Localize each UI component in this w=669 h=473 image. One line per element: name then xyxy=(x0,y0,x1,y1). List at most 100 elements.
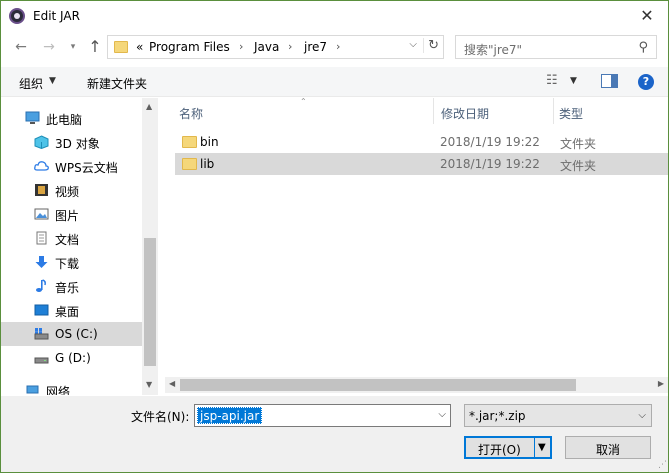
file-row-lib[interactable]: lib 2018/1/19 19:22 文件夹 xyxy=(175,153,668,175)
view-options-icon[interactable]: ☷ xyxy=(546,73,558,88)
breadcrumb-overflow[interactable]: « xyxy=(136,40,143,54)
folder-icon xyxy=(182,136,197,148)
up-arrow-icon[interactable]: ↑ xyxy=(85,36,105,58)
nav-item-label: 音乐 xyxy=(55,281,80,295)
nav-item-network[interactable]: 网络 xyxy=(1,378,142,395)
nav-item-desktop[interactable]: 桌面 xyxy=(1,298,142,322)
column-header-label: 类型 xyxy=(559,107,584,121)
nav-item-this-pc[interactable]: 此电脑 xyxy=(1,106,142,130)
folder-icon xyxy=(114,41,128,53)
file-row-bin[interactable]: bin 2018/1/19 19:22 文件夹 xyxy=(175,131,668,153)
nav-item-documents[interactable]: 文档 xyxy=(1,226,142,250)
dialog-window: Edit JAR ✕ ← → ▾ ↑ « Program Files › Jav… xyxy=(0,0,669,473)
dialog-footer: 文件名(N): jsp-api.jar ⌵ *.jar;*.zip ⌵ 打开(O… xyxy=(1,396,668,472)
nav-item-label: 3D 对象 xyxy=(55,137,100,151)
chevron-down-icon[interactable]: ▼ xyxy=(49,76,56,86)
filetype-select[interactable]: *.jar;*.zip ⌵ xyxy=(464,404,652,427)
organize-button[interactable]: 组织 xyxy=(19,75,43,92)
folder-icon xyxy=(182,158,197,170)
open-button-label: 打开(O) xyxy=(478,443,521,457)
column-header-date[interactable]: 修改日期 xyxy=(427,98,553,126)
file-type: 文件夹 xyxy=(560,137,597,151)
scrollbar-thumb[interactable] xyxy=(144,238,156,366)
nav-item-label: 此电脑 xyxy=(46,113,83,127)
command-toolbar: 组织 ▼ 新建文件夹 ☷ ▼ ? xyxy=(1,67,668,97)
breadcrumb-jre7[interactable]: jre7 xyxy=(304,40,327,54)
column-header-type[interactable]: 类型 xyxy=(545,98,655,126)
filename-label: 文件名(N): xyxy=(131,410,190,424)
nav-item-label: 网络 xyxy=(46,385,71,395)
nav-item-downloads[interactable]: 下载 xyxy=(1,250,142,274)
column-header-label: 修改日期 xyxy=(441,107,490,121)
scrollbar-thumb[interactable] xyxy=(180,379,576,391)
file-list-horizontal-scrollbar[interactable]: ◀ ▶ xyxy=(165,377,668,393)
address-dropdown-icon[interactable]: ⌵ xyxy=(409,39,417,50)
nav-item-label: OS (C:) xyxy=(55,327,98,341)
nav-item-g-d[interactable]: G (D:) xyxy=(1,346,142,370)
nav-item-pictures[interactable]: 图片 xyxy=(1,202,142,226)
video-icon xyxy=(35,184,48,196)
open-button[interactable]: 打开(O) ▼ xyxy=(464,436,552,459)
file-date: 2018/1/19 19:22 xyxy=(440,135,540,149)
scroll-down-arrow-icon[interactable]: ▼ xyxy=(146,380,152,389)
nav-item-label: WPS云文档 xyxy=(55,161,118,175)
breadcrumb-program-files[interactable]: Program Files xyxy=(149,40,230,54)
preview-pane-icon[interactable] xyxy=(601,74,618,88)
filename-field[interactable]: jsp-api.jar ⌵ xyxy=(194,404,451,427)
chevron-right-icon[interactable]: › xyxy=(239,40,243,53)
recent-locations-chevron-icon[interactable]: ▾ xyxy=(63,36,83,58)
column-header-name[interactable]: 名称 xyxy=(165,98,433,126)
column-header-label: 名称 xyxy=(179,107,204,121)
filename-input-value[interactable]: jsp-api.jar xyxy=(197,407,263,424)
breadcrumb-java[interactable]: Java xyxy=(254,40,279,54)
nav-item-music[interactable]: 音乐 xyxy=(1,274,142,298)
search-icon: ⚲ xyxy=(638,40,648,55)
nav-item-label: 视频 xyxy=(55,185,80,199)
file-list: ⌃ 名称 修改日期 类型 bin 2018/1/19 19:22 文件夹 lib… xyxy=(165,97,668,395)
file-type: 文件夹 xyxy=(560,159,597,173)
address-bar[interactable]: « Program Files › Java › jre7 › ⌵ ↻ xyxy=(107,35,444,59)
nav-pane-scrollbar[interactable]: ▲ ▼ xyxy=(142,98,158,395)
chevron-down-icon[interactable]: ▼ xyxy=(570,76,577,86)
window-title: Edit JAR xyxy=(33,9,80,23)
nav-item-label: 图片 xyxy=(55,209,80,223)
nav-item-label: 下载 xyxy=(55,257,80,271)
chevron-right-icon[interactable]: › xyxy=(336,40,340,53)
address-row: ← → ▾ ↑ « Program Files › Java › jre7 › … xyxy=(1,34,668,62)
nav-item-label: G (D:) xyxy=(55,351,91,365)
drive-d-icon xyxy=(34,357,49,364)
nav-item-label: 文档 xyxy=(55,233,80,247)
split-divider xyxy=(534,438,535,457)
back-arrow-icon[interactable]: ← xyxy=(11,36,31,58)
open-dropdown-arrow-icon[interactable]: ▼ xyxy=(538,442,546,453)
scroll-right-arrow-icon[interactable]: ▶ xyxy=(658,379,664,388)
cloud-icon xyxy=(34,161,49,171)
chevron-right-icon[interactable]: › xyxy=(288,40,292,53)
chevron-down-icon[interactable]: ⌵ xyxy=(638,410,646,421)
cancel-button[interactable]: 取消 xyxy=(565,436,651,459)
music-icon xyxy=(36,279,46,292)
scroll-left-arrow-icon[interactable]: ◀ xyxy=(169,379,175,388)
app-icon xyxy=(9,8,25,24)
forward-arrow-icon[interactable]: → xyxy=(39,36,59,58)
navigation-pane: 此电脑 3D 对象 WPS云文档 视频 图片 文档 下载 音乐 桌面 OS (C… xyxy=(1,98,158,395)
scroll-up-arrow-icon[interactable]: ▲ xyxy=(146,102,152,111)
nav-item-videos[interactable]: 视频 xyxy=(1,178,142,202)
help-icon[interactable]: ? xyxy=(638,74,654,90)
nav-item-label: 桌面 xyxy=(55,305,80,319)
resize-grip-icon[interactable]: ⋰ xyxy=(658,460,667,470)
nav-item-wps-cloud[interactable]: WPS云文档 xyxy=(1,154,142,178)
title-bar: Edit JAR ✕ xyxy=(1,1,668,32)
pictures-icon xyxy=(34,208,49,220)
new-folder-button[interactable]: 新建文件夹 xyxy=(87,75,147,92)
search-input[interactable]: 搜索"jre7" xyxy=(464,41,522,58)
search-box[interactable]: 搜索"jre7" ⚲ xyxy=(455,35,657,59)
close-button[interactable]: ✕ xyxy=(636,5,658,27)
file-date: 2018/1/19 19:22 xyxy=(440,157,540,171)
nav-item-3d-objects[interactable]: 3D 对象 xyxy=(1,130,142,154)
3d-objects-icon xyxy=(34,135,49,149)
cancel-button-label: 取消 xyxy=(595,443,620,457)
nav-item-os-c[interactable]: OS (C:) xyxy=(1,322,142,346)
refresh-icon[interactable]: ↻ xyxy=(423,38,439,53)
chevron-down-icon[interactable]: ⌵ xyxy=(438,409,446,420)
